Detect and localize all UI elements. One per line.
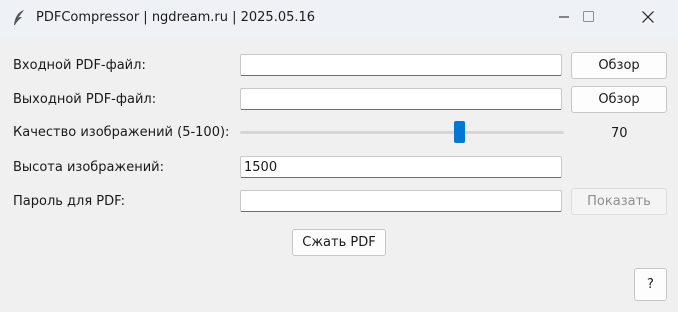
password-field[interactable] (240, 190, 562, 212)
input-file-label: Входной PDF-файл: (13, 58, 146, 73)
quality-value: 70 (611, 126, 628, 141)
height-field[interactable] (240, 156, 562, 178)
help-button[interactable]: ? (634, 268, 667, 301)
slider-track (240, 131, 564, 134)
password-label: Пароль для PDF: (13, 194, 125, 209)
quality-slider[interactable] (240, 119, 564, 145)
window-title: PDFCompressor | ngdream.ru | 2025.05.16 (36, 10, 316, 25)
browse-output-button[interactable]: Обзор (571, 86, 667, 113)
close-icon (642, 10, 654, 27)
quality-label: Качество изображений (5-100): (13, 125, 230, 140)
show-password-button[interactable]: Показать (571, 188, 667, 215)
height-label: Высота изображений: (13, 160, 164, 175)
input-file-field[interactable] (240, 54, 562, 76)
maximize-button[interactable] (565, 0, 611, 37)
title-bar: PDFCompressor | ngdream.ru | 2025.05.16 (0, 0, 678, 37)
slider-thumb[interactable] (454, 121, 465, 143)
compress-button[interactable]: Сжать PDF (292, 229, 386, 256)
close-button[interactable] (625, 0, 671, 37)
output-file-label: Выходной PDF-файл: (13, 92, 157, 107)
output-file-field[interactable] (240, 88, 562, 110)
feather-icon (12, 9, 26, 27)
maximize-icon (582, 11, 594, 26)
browse-input-button[interactable]: Обзор (571, 52, 667, 79)
